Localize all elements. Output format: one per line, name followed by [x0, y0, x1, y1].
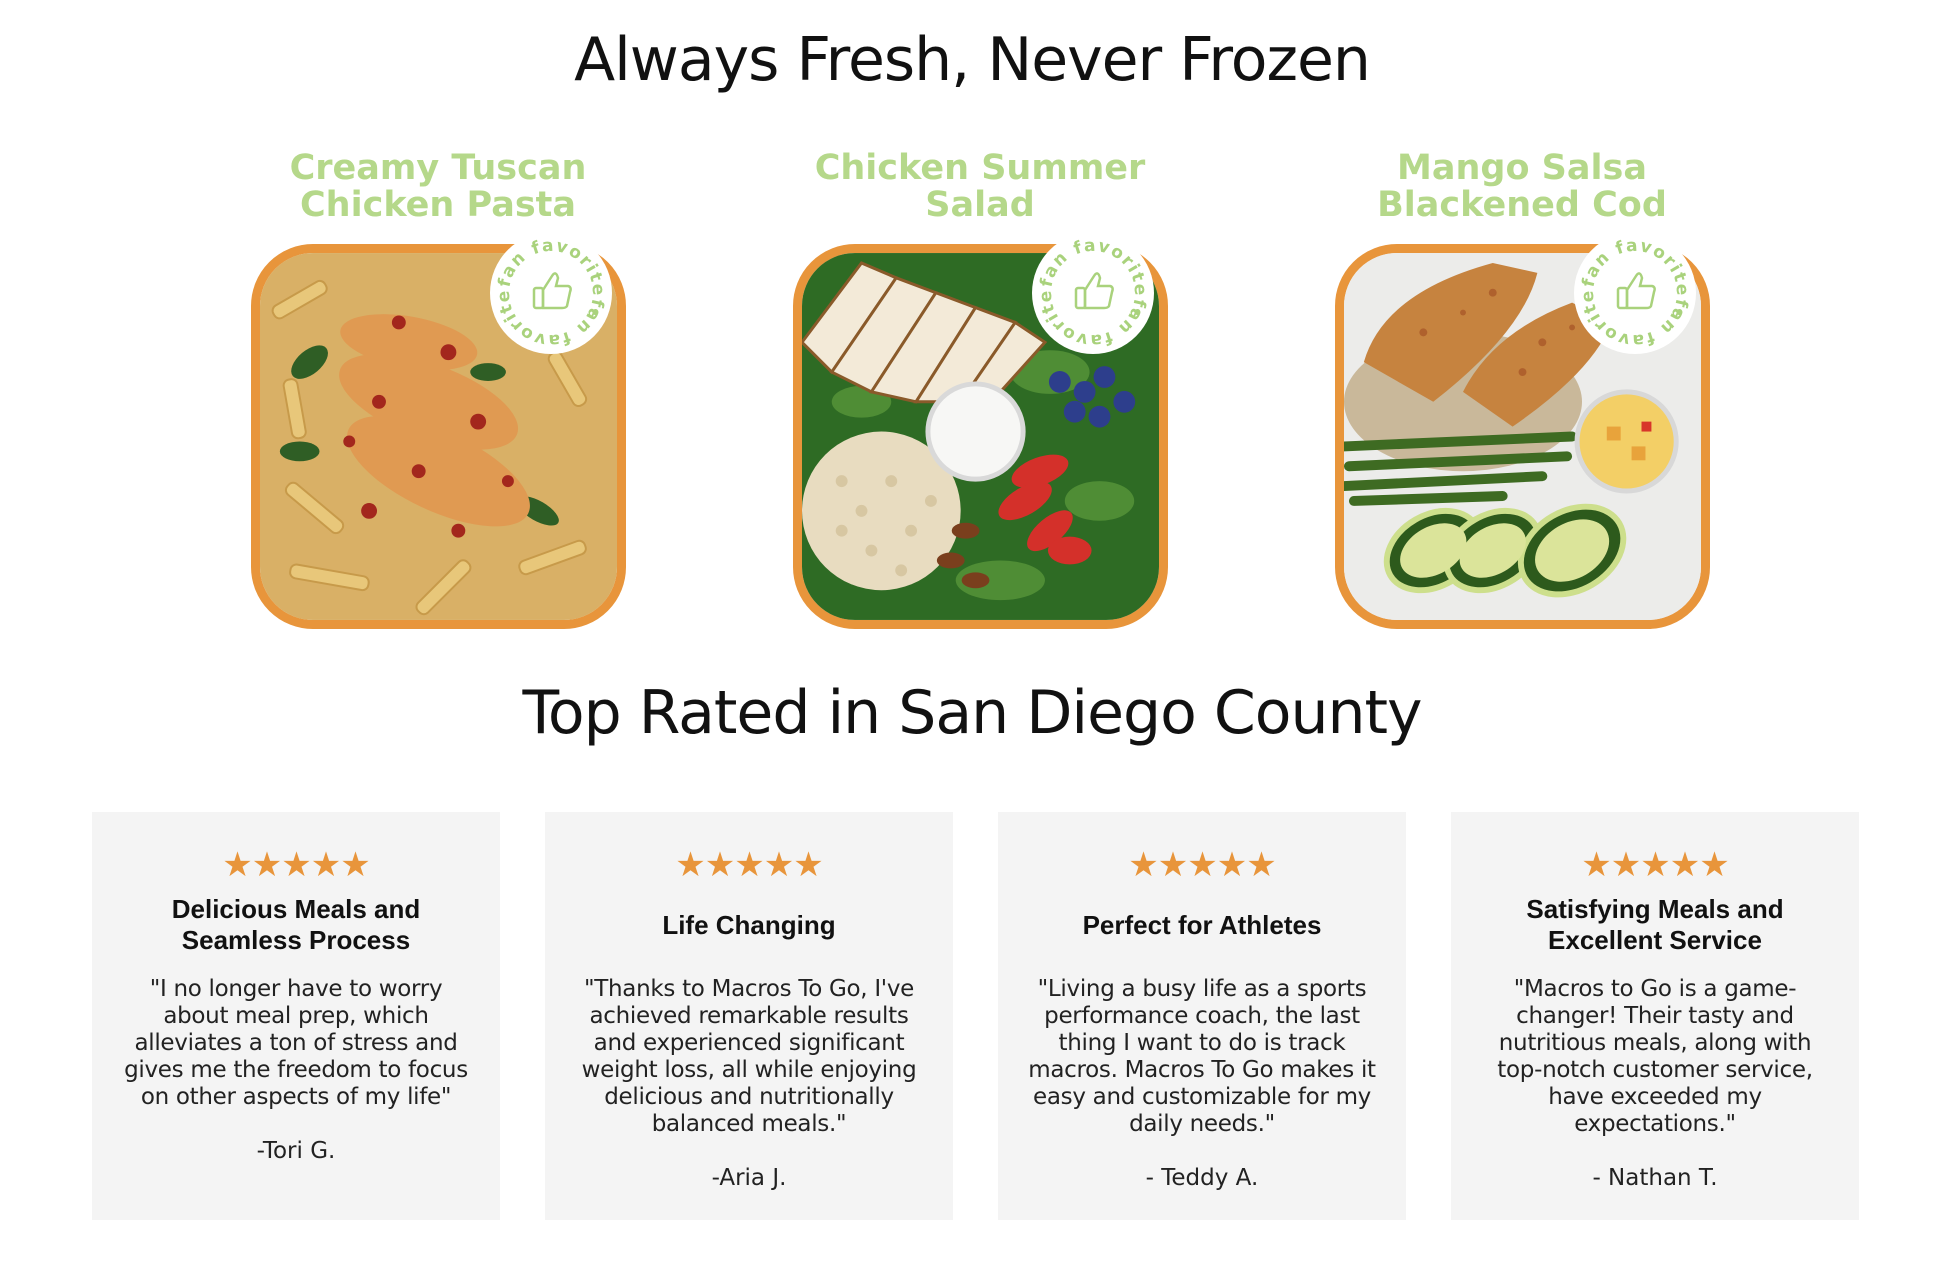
fan-favorite-badge: fan favorite • fan favorite • [484, 217, 612, 354]
review-title: Life Changing [662, 909, 836, 940]
five-star-rating-icon: ★★★★★ [1581, 846, 1729, 884]
review-author: -Tori G. [256, 1138, 336, 1164]
five-star-rating-icon: ★★★★★ [222, 846, 370, 884]
review-title: Perfect for Athletes [1082, 909, 1322, 940]
meal-name: Chicken Summer Salad [814, 148, 1146, 225]
review-author: -Aria J. [711, 1165, 787, 1191]
review-card: ★★★★★ Perfect for Athletes "Living a bus… [998, 812, 1406, 1220]
section-title-top-rated: Top Rated in San Diego County [522, 678, 1422, 748]
review-text: "Macros to Go is a game-changer! Their t… [1497, 976, 1813, 1137]
meal-card-summer-salad[interactable]: Chicken Summer Salad fan favorite • fan … [760, 150, 1200, 629]
review-card: ★★★★★ Delicious Meals and Seamless Proce… [92, 812, 500, 1220]
review-text: "I no longer have to worry about meal pr… [124, 976, 468, 1110]
review-card: ★★★★★ Life Changing "Thanks to Macros To… [545, 812, 953, 1220]
review-title: Satisfying Meals and Excellent Service [1526, 894, 1784, 955]
section-title-fresh: Always Fresh, Never Frozen [574, 25, 1371, 95]
fan-favorite-badge: fan favorite • fan favorite • [1026, 217, 1154, 354]
meal-card-blackened-cod[interactable]: Mango Salsa Blackened Cod fan favorite •… [1302, 150, 1742, 629]
meal-card-tuscan-pasta[interactable]: Creamy Tuscan Chicken Pasta fan favorite… [218, 150, 658, 629]
review-text: "Thanks to Macros To Go, I've achieved r… [581, 976, 917, 1137]
review-text: "Living a busy life as a sports performa… [1028, 976, 1376, 1137]
meal-name: Mango Salsa Blackened Cod [1377, 148, 1667, 225]
five-star-rating-icon: ★★★★★ [1128, 846, 1276, 884]
meal-name: Creamy Tuscan Chicken Pasta [289, 148, 587, 225]
review-author: - Nathan T. [1592, 1165, 1718, 1191]
fan-favorite-badge: fan favorite • fan favorite • [1568, 217, 1696, 354]
review-title: Delicious Meals and Seamless Process [171, 894, 421, 955]
five-star-rating-icon: ★★★★★ [675, 846, 823, 884]
review-card: ★★★★★ Satisfying Meals and Excellent Ser… [1451, 812, 1859, 1220]
review-author: - Teddy A. [1145, 1165, 1259, 1191]
